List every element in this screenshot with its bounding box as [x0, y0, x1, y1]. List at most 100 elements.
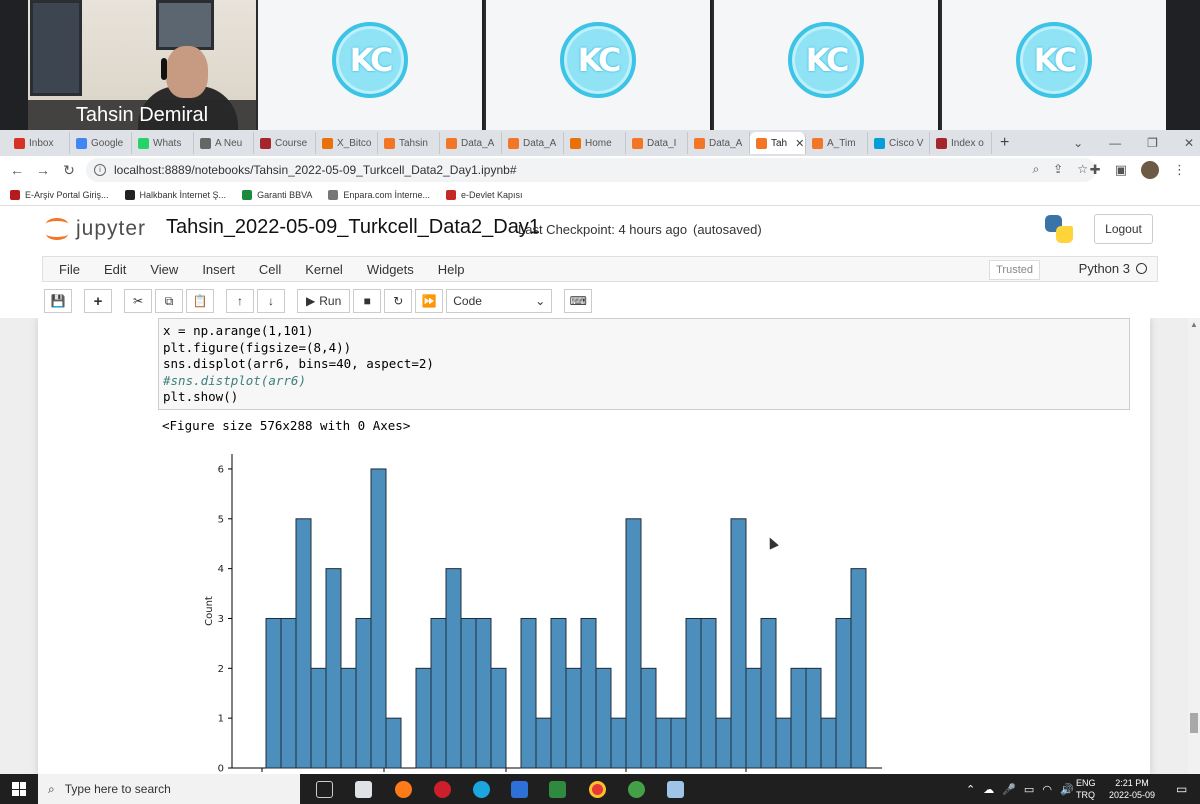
wall-picture-frame	[30, 0, 82, 96]
bookmark-label: E-Arşiv Portal Giriş...	[25, 189, 109, 200]
browser-tab[interactable]: Cisco V	[868, 132, 930, 154]
browser-tab[interactable]: Data_A	[688, 132, 750, 154]
tab-favicon-icon	[260, 137, 271, 149]
kernel-name[interactable]: Python 3	[1079, 261, 1147, 276]
bookmark-item[interactable]: E-Arşiv Portal Giriş...	[10, 189, 109, 200]
taskbar-search[interactable]: ⌕ Type here to search	[38, 774, 300, 804]
copy-cell-button[interactable]: ⧉	[155, 289, 183, 313]
wifi-icon[interactable]: ◠	[1042, 783, 1052, 796]
chevron-up-icon[interactable]: ⌃	[966, 783, 975, 796]
insert-cell-button[interactable]: +	[84, 289, 112, 313]
app-circle-icon[interactable]	[628, 781, 645, 798]
microphone-icon[interactable]: 🎤	[1002, 783, 1016, 796]
save-app-icon[interactable]	[511, 781, 528, 798]
bookmark-item[interactable]: Enpara.com İnterne...	[328, 189, 430, 200]
close-window-icon[interactable]: ✕	[1184, 136, 1194, 150]
side-panel-icon[interactable]: ▣	[1115, 162, 1127, 178]
reload-icon[interactable]: ↻	[56, 162, 82, 179]
save-button[interactable]: 💾	[44, 289, 72, 313]
windows-start-icon[interactable]	[12, 782, 26, 796]
restart-button[interactable]: ↻	[384, 289, 413, 313]
browser-tab[interactable]: Data_I	[626, 132, 688, 154]
browser-tab[interactable]: Whats	[132, 132, 194, 154]
move-up-button[interactable]: ↑	[226, 289, 254, 313]
browser-tab[interactable]: Index o	[930, 132, 992, 154]
cell-type-select[interactable]: Code ⌄	[446, 289, 553, 313]
bookmark-item[interactable]: Halkbank İnternet Ş...	[124, 189, 226, 200]
trusted-indicator[interactable]: Trusted	[989, 260, 1040, 280]
browser-tab[interactable]: Data_A	[502, 132, 564, 154]
menu-file[interactable]: File	[47, 262, 92, 277]
site-info-icon[interactable]: i	[94, 164, 106, 176]
back-arrow-icon[interactable]: ←	[4, 162, 30, 178]
histogram-bar	[625, 518, 642, 769]
restart-run-all-button[interactable]: ⏩	[415, 289, 444, 313]
edge-icon[interactable]	[473, 781, 490, 798]
browser-tab[interactable]: Google	[70, 132, 132, 154]
zoom-icon[interactable]: ⌕	[1032, 162, 1039, 177]
restore-icon[interactable]: ❐	[1147, 136, 1158, 150]
menu-insert[interactable]: Insert	[190, 262, 247, 277]
forward-arrow-icon[interactable]: →	[30, 162, 56, 178]
browser-tab[interactable]: Tah ✕	[750, 132, 806, 154]
cut-cell-button[interactable]: ✂	[124, 289, 152, 313]
logout-button[interactable]: Logout	[1094, 214, 1153, 244]
browser-tab[interactable]: Inbox	[8, 132, 70, 154]
browser-tab[interactable]: A_Tim	[806, 132, 868, 154]
opera-icon[interactable]	[434, 781, 451, 798]
browser-tab[interactable]: Home	[564, 132, 626, 154]
browser-tab[interactable]: A Neu	[194, 132, 254, 154]
kernel-idle-icon	[1136, 263, 1147, 274]
new-tab-button[interactable]: +	[992, 134, 1017, 152]
interrupt-button[interactable]: ■	[353, 289, 382, 313]
paste-cell-button[interactable]: 📋	[186, 289, 214, 313]
task-view-icon[interactable]	[316, 781, 333, 798]
scroll-up-arrow-icon[interactable]: ▲	[1190, 320, 1198, 329]
minimize-icon[interactable]: —	[1109, 136, 1121, 150]
page-scrollbar[interactable]	[1188, 318, 1200, 774]
bookmark-item[interactable]: e-Devlet Kapısı	[445, 189, 523, 200]
run-button[interactable]: ▶ Run	[297, 289, 351, 313]
volume-icon[interactable]: 🔊	[1060, 783, 1074, 796]
share-icon[interactable]: ⇪	[1053, 162, 1063, 177]
tab-close-icon[interactable]: ✕	[795, 137, 804, 150]
menu-edit[interactable]: Edit	[92, 262, 138, 277]
scrollbar-thumb[interactable]	[1190, 713, 1198, 733]
browser-tab[interactable]: Tahsin	[378, 132, 440, 154]
code-cell-input[interactable]: x = np.arange(1,101) plt.figure(figsize=…	[158, 318, 1130, 410]
bookmark-item[interactable]: Garanti BBVA	[242, 189, 312, 200]
photos-icon[interactable]	[667, 781, 684, 798]
histogram-bar	[520, 617, 537, 769]
app-icon[interactable]	[355, 781, 372, 798]
menu-help[interactable]: Help	[426, 262, 477, 277]
notification-icon[interactable]: ▭	[1176, 782, 1187, 796]
menu-cell[interactable]: Cell	[247, 262, 293, 277]
tab-search-icon[interactable]: ⌄	[1073, 136, 1083, 150]
browser-tab[interactable]: Course	[254, 132, 316, 154]
chrome-icon[interactable]	[589, 781, 606, 798]
browser-tab[interactable]: X_Bitco	[316, 132, 378, 154]
bookmark-star-icon[interactable]: ☆	[1077, 162, 1088, 177]
network-icon[interactable]: ▭	[1024, 783, 1034, 796]
menu-widgets[interactable]: Widgets	[355, 262, 426, 277]
firefox-icon[interactable]	[395, 781, 412, 798]
notepad-icon[interactable]	[549, 781, 566, 798]
taskbar-clock[interactable]: 2:21 PM 2022-05-09	[1106, 777, 1158, 801]
command-palette-button[interactable]: ⌨	[564, 289, 593, 313]
extensions-puzzle-icon[interactable]: ✚	[1090, 162, 1101, 178]
menu-kernel[interactable]: Kernel	[293, 262, 355, 277]
notebook-title[interactable]: Tahsin_2022-05-09_Turkcell_Data2_Day1	[166, 216, 540, 239]
profile-avatar[interactable]	[1141, 161, 1159, 179]
tab-favicon-icon	[936, 137, 947, 149]
tab-favicon-icon	[756, 137, 767, 149]
url-bar[interactable]: i localhost:8889/notebooks/Tahsin_2022-0…	[86, 158, 1096, 182]
language-indicator[interactable]: ENG TRQ	[1076, 777, 1096, 801]
browser-menu-icon[interactable]: ⋮	[1173, 162, 1186, 178]
jupyter-logo[interactable]: jupyter	[46, 216, 146, 242]
browser-tab[interactable]: Data_A	[440, 132, 502, 154]
menu-view[interactable]: View	[138, 262, 190, 277]
histogram-bar	[775, 717, 792, 769]
cloud-icon[interactable]: ☁	[983, 783, 994, 796]
move-down-button[interactable]: ↓	[257, 289, 285, 313]
participant-logo-tile: KC	[484, 0, 710, 130]
